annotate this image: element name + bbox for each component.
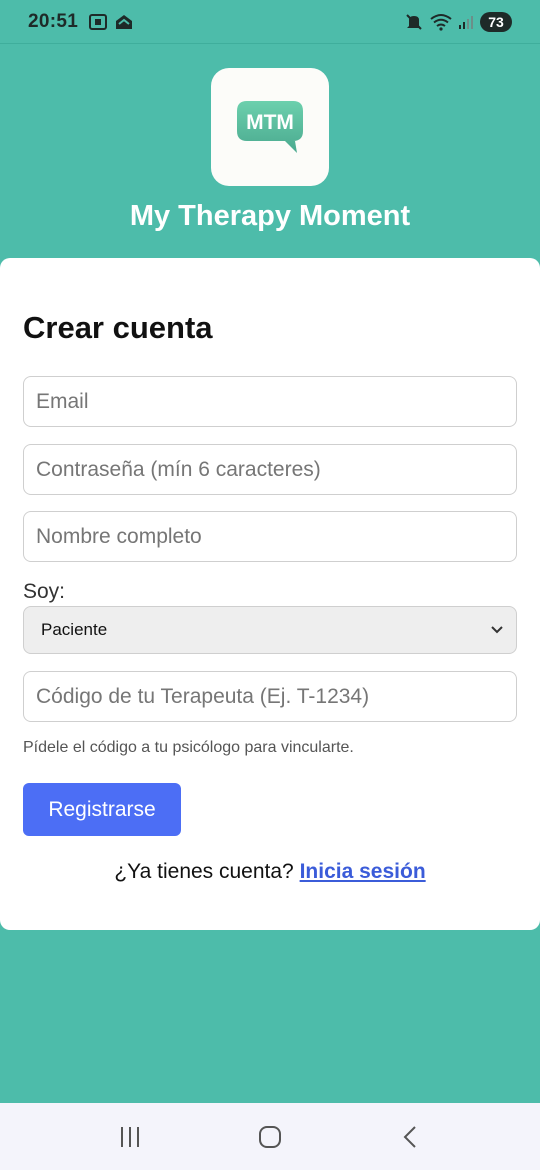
email-field[interactable] <box>23 376 517 427</box>
screenshot-icon <box>89 13 108 30</box>
role-select-value: Paciente <box>41 620 108 639</box>
logo-text: MTM <box>246 111 294 134</box>
login-prompt-line: ¿Ya tienes cuenta? Inicia sesión <box>0 860 540 884</box>
login-prompt: ¿Ya tienes cuenta? <box>114 860 294 883</box>
battery-indicator: 73 <box>480 11 512 32</box>
register-button[interactable]: Registrarse <box>23 783 181 836</box>
therapist-code-field[interactable] <box>23 671 517 722</box>
back-icon <box>403 1125 416 1148</box>
password-field[interactable] <box>23 444 517 495</box>
full-name-field[interactable] <box>23 511 517 562</box>
status-left-icons <box>88 13 134 31</box>
login-link[interactable]: Inicia sesión <box>300 860 426 883</box>
status-time: 20:51 <box>28 10 79 32</box>
recent-apps-icon <box>121 1126 139 1147</box>
home-button[interactable] <box>250 1117 290 1157</box>
status-right-icons: 73 <box>404 11 512 32</box>
home-icon <box>259 1125 281 1148</box>
chat-bubble-logo-icon: MTM <box>237 101 303 153</box>
therapist-code-hint: Pídele el código a tu psicólogo para vin… <box>23 739 354 756</box>
signal-icon <box>459 15 473 29</box>
app-logo: MTM <box>211 68 329 186</box>
role-select[interactable]: Paciente <box>23 606 517 654</box>
status-bar: 20:51 73 <box>0 0 540 44</box>
role-label: Soy: <box>23 580 66 603</box>
system-nav-bar <box>0 1103 540 1170</box>
app-title: My Therapy Moment <box>129 200 411 232</box>
cloud-app-icon <box>116 14 133 29</box>
mute-icon <box>406 13 422 30</box>
page-title: Crear cuenta <box>23 310 213 345</box>
signup-card: Crear cuenta Soy: Paciente Pídele el cód… <box>0 258 540 930</box>
chevron-down-icon <box>491 626 503 634</box>
recent-apps-button[interactable] <box>110 1117 150 1157</box>
wifi-icon <box>430 13 452 31</box>
back-button[interactable] <box>390 1117 430 1157</box>
